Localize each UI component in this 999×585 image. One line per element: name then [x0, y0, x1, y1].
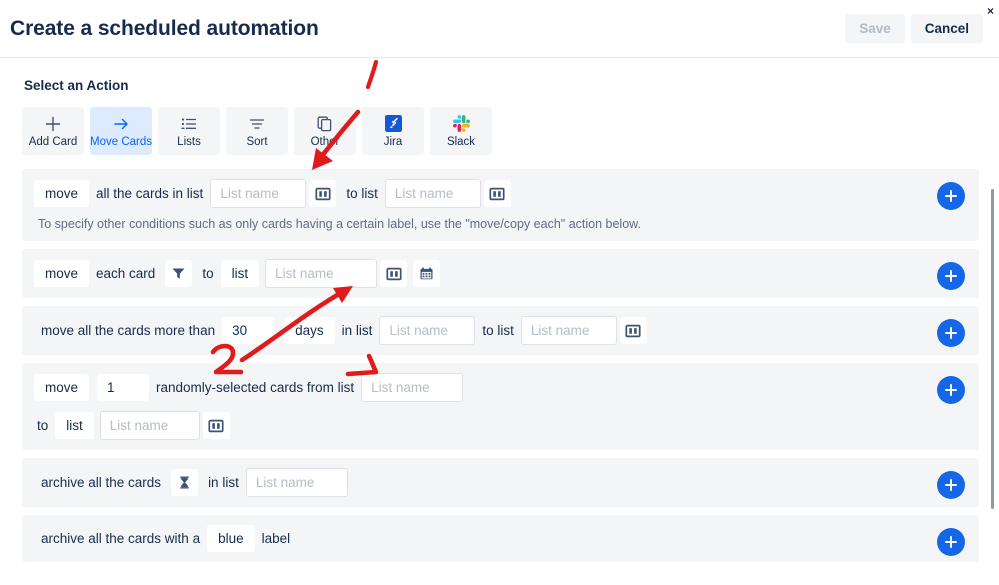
source-list-input[interactable]: [379, 316, 476, 345]
calendar-icon[interactable]: [413, 260, 441, 287]
tab-lists[interactable]: Lists: [158, 107, 220, 155]
page-title: Create a scheduled automation: [10, 16, 319, 40]
plus-icon: [44, 115, 62, 133]
row-line: move all the cards in list to list: [34, 179, 967, 208]
action-row-move-random-cards: move 1 randomly-selected cards from list…: [22, 363, 979, 450]
section-title: Select an Action: [24, 78, 129, 93]
row-text: all the cards in list: [96, 186, 204, 201]
scrollbar-thumb[interactable]: [991, 189, 994, 509]
row-line: move 1 randomly-selected cards from list: [34, 373, 967, 402]
slack-icon: [452, 115, 470, 133]
row-text: move all the cards more than: [41, 323, 216, 338]
row-text-in-list: in list: [208, 475, 239, 490]
row-hint: To specify other conditions such as only…: [38, 217, 641, 231]
board-icon[interactable]: [202, 412, 230, 439]
list-chip[interactable]: list: [220, 260, 260, 287]
move-chip[interactable]: move: [34, 260, 90, 287]
tab-label: Add Card: [28, 135, 78, 148]
tab-sort[interactable]: Sort: [226, 107, 288, 155]
row-line: archive all the cards with a blue label: [34, 525, 967, 552]
dialog-body: Select an Action Add Card Move Cards Lis…: [0, 58, 999, 562]
row-text: randomly-selected cards from list: [156, 380, 355, 395]
row-text: each card: [96, 266, 156, 281]
board-icon[interactable]: [483, 180, 511, 207]
arrow-right-icon: [112, 115, 130, 133]
list-icon: [180, 115, 198, 133]
card-count-input[interactable]: 1: [97, 374, 150, 401]
row-text-to-list: to list: [346, 186, 378, 201]
header-actions: Save Cancel: [845, 14, 983, 43]
add-action-button[interactable]: [937, 528, 965, 556]
cancel-button[interactable]: Cancel: [910, 14, 983, 43]
tab-label: Move Cards: [90, 135, 152, 148]
add-action-button[interactable]: [937, 376, 965, 404]
days-count-input[interactable]: 30: [222, 317, 275, 344]
row-line: archive all the cards in list: [34, 468, 967, 497]
add-action-button[interactable]: [937, 182, 965, 210]
action-row-move-each-card: move each card to list: [22, 249, 979, 298]
row-text-to-list: to list: [482, 323, 514, 338]
tab-other[interactable]: Other: [294, 107, 356, 155]
days-unit-chip[interactable]: days: [284, 317, 335, 344]
source-list-input[interactable]: [210, 179, 307, 208]
row-text-in-list: in list: [341, 323, 373, 338]
tab-label: Lists: [177, 135, 201, 148]
target-list-input[interactable]: [265, 259, 378, 288]
hourglass-icon[interactable]: [171, 469, 199, 496]
board-icon[interactable]: [619, 317, 647, 344]
sort-icon: [248, 115, 266, 133]
target-list-input[interactable]: [99, 411, 200, 440]
row-text: archive all the cards: [41, 475, 162, 490]
add-action-button[interactable]: [937, 262, 965, 290]
action-rows: move all the cards in list to list To sp…: [22, 169, 979, 562]
tab-move-cards[interactable]: Move Cards: [90, 107, 152, 155]
list-chip[interactable]: list: [55, 412, 94, 439]
list-input[interactable]: [245, 468, 348, 497]
source-list-input[interactable]: [361, 373, 464, 402]
row-line-2: to list: [34, 411, 967, 440]
board-icon[interactable]: [309, 180, 337, 207]
action-tabs: Add Card Move Cards Lists Sort Other Jir…: [22, 107, 979, 155]
target-list-input[interactable]: [520, 316, 617, 345]
row-text-label: label: [261, 531, 291, 546]
scrollbar[interactable]: [985, 0, 999, 585]
row-text: archive all the cards with a: [41, 531, 201, 546]
target-list-input[interactable]: [384, 179, 481, 208]
move-chip[interactable]: move: [34, 180, 90, 207]
label-color-chip[interactable]: blue: [207, 525, 255, 552]
jira-icon: [384, 115, 402, 133]
tab-jira[interactable]: Jira: [362, 107, 424, 155]
row-text-to: to: [37, 418, 49, 433]
tab-slack[interactable]: Slack: [430, 107, 492, 155]
row-text-to: to: [202, 266, 214, 281]
board-icon[interactable]: [380, 260, 408, 287]
dialog-header: Create a scheduled automation Save Cance…: [0, 0, 999, 58]
filter-icon[interactable]: [165, 260, 193, 287]
action-row-archive-by-label: archive all the cards with a blue label: [22, 515, 979, 562]
tab-label: Sort: [246, 135, 268, 148]
row-line: move each card to list: [34, 259, 967, 288]
tab-label: Other: [310, 135, 340, 148]
tab-label: Slack: [446, 135, 476, 148]
tab-label: Jira: [383, 135, 403, 148]
save-button[interactable]: Save: [845, 14, 905, 43]
action-row-move-all-cards: move all the cards in list to list To sp…: [22, 169, 979, 241]
add-action-button[interactable]: [937, 319, 965, 347]
copy-icon: [316, 115, 334, 133]
move-chip[interactable]: move: [34, 374, 90, 401]
add-action-button[interactable]: [937, 471, 965, 499]
automation-dialog: Create a scheduled automation Save Cance…: [0, 0, 999, 585]
action-row-archive-all: archive all the cards in list: [22, 458, 979, 507]
action-row-move-older-than: move all the cards more than 30 days in …: [22, 306, 979, 355]
row-line: move all the cards more than 30 days in …: [34, 316, 967, 345]
tab-add-card[interactable]: Add Card: [22, 107, 84, 155]
